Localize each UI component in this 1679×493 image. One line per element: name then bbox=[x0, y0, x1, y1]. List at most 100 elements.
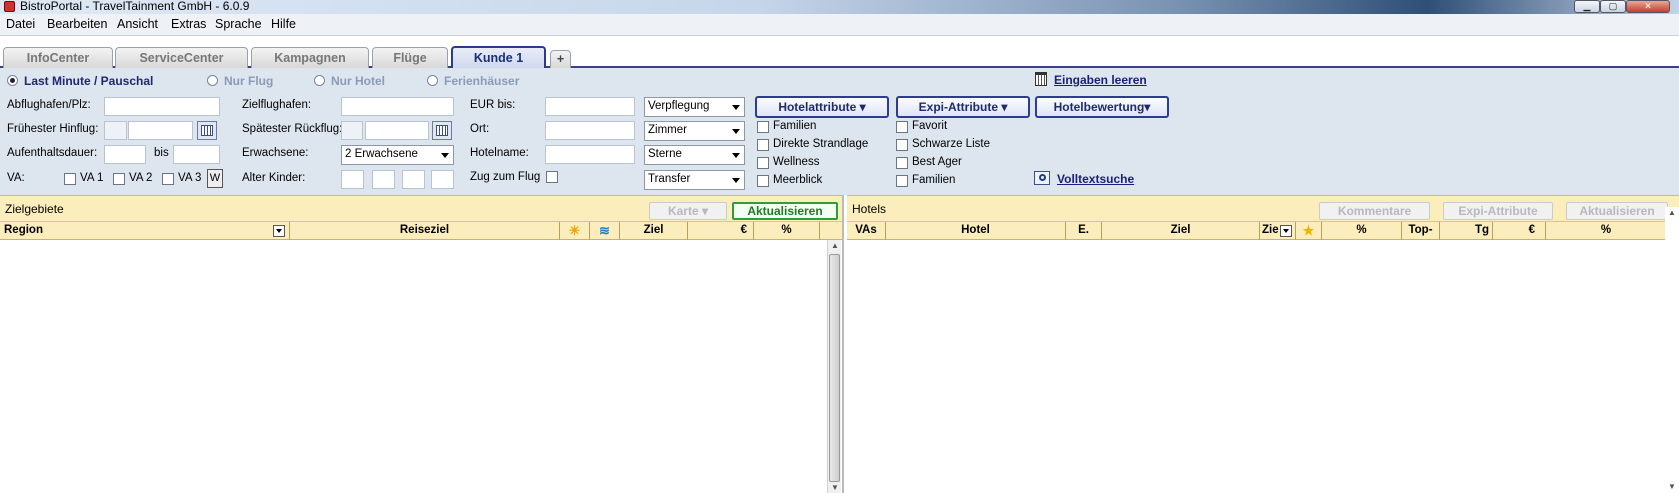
close-button[interactable]: ✕ bbox=[1626, 0, 1670, 13]
maximize-button[interactable]: ▢ bbox=[1600, 0, 1626, 13]
scroll-down-arrow[interactable]: ▼ bbox=[831, 483, 839, 492]
minimize-button[interactable]: ▁ bbox=[1574, 0, 1600, 13]
col-hotel-percent-2[interactable]: % bbox=[1546, 222, 1667, 240]
ort-input[interactable] bbox=[545, 121, 635, 140]
va1-checkbox[interactable] bbox=[64, 173, 76, 185]
transfer-select[interactable]: Transfer bbox=[644, 170, 745, 190]
col-vas[interactable]: VAs bbox=[847, 222, 886, 240]
zielflughafen-input[interactable] bbox=[341, 97, 454, 116]
col-hotel-ziel[interactable]: Ziel bbox=[1102, 222, 1260, 240]
menu-bearbeiten[interactable]: Bearbeiten bbox=[47, 17, 107, 31]
hinflug-date-input[interactable] bbox=[128, 121, 193, 140]
strandlage-checkbox[interactable] bbox=[757, 139, 769, 151]
scroll-up-arrow[interactable]: ▲ bbox=[831, 241, 839, 250]
col-hotel-euro[interactable]: € bbox=[1493, 222, 1546, 240]
hotelname-input[interactable] bbox=[545, 145, 635, 164]
zug-zum-flug-checkbox[interactable] bbox=[546, 171, 558, 183]
hotels-scroll-down-arrow[interactable]: ▼ bbox=[1668, 482, 1676, 491]
meerblick-checkbox[interactable] bbox=[757, 175, 769, 187]
radio-ferienhaeuser[interactable] bbox=[427, 75, 438, 86]
expi-attribute-button[interactable]: Expi-Attribute ▾ bbox=[896, 96, 1030, 118]
magnifier-icon[interactable] bbox=[1034, 171, 1050, 185]
new-tab-button[interactable]: + bbox=[550, 50, 571, 68]
favorit-label: Favorit bbox=[912, 120, 948, 132]
aufenthalt-from-input[interactable] bbox=[104, 145, 146, 164]
tab-kunde-1[interactable]: Kunde 1 bbox=[451, 46, 546, 68]
menu-sprache[interactable]: Sprache bbox=[215, 17, 262, 31]
col-e[interactable]: E. bbox=[1066, 222, 1102, 240]
rueckflug-date-input[interactable] bbox=[365, 121, 429, 140]
kind4-age-input[interactable] bbox=[431, 170, 454, 189]
water-icon: ≋ bbox=[599, 223, 610, 238]
va2-checkbox[interactable] bbox=[113, 173, 125, 185]
radio-nur-flug[interactable] bbox=[207, 75, 218, 86]
radio-nur-hotel[interactable] bbox=[314, 75, 325, 86]
sterne-select[interactable]: Sterne bbox=[644, 145, 745, 165]
best-ager-checkbox[interactable] bbox=[896, 157, 908, 169]
erwachsene-select[interactable]: 2 Erwachsene bbox=[341, 145, 454, 165]
tab-infocenter[interactable]: InfoCenter bbox=[3, 47, 113, 68]
zielgebiete-scrollbar[interactable]: ▲ ▼ bbox=[827, 240, 841, 493]
calendar-icon bbox=[201, 125, 213, 136]
menu-datei[interactable]: Datei bbox=[6, 17, 35, 31]
radio-last-minute[interactable] bbox=[7, 75, 18, 86]
zielgebiete-panel: Zielgebiete Karte ▾ Aktualisieren Region… bbox=[0, 195, 844, 493]
menu-ansicht[interactable]: Ansicht bbox=[117, 17, 158, 31]
expi-familien-checkbox[interactable] bbox=[896, 175, 908, 187]
region-dropdown-arrow[interactable] bbox=[273, 225, 285, 237]
col-sun[interactable]: ☀ bbox=[560, 222, 590, 240]
col-water[interactable]: ≋ bbox=[590, 222, 620, 240]
volltextsuche-link[interactable]: Volltextsuche bbox=[1057, 172, 1134, 186]
wellness-checkbox[interactable] bbox=[757, 157, 769, 169]
trash-icon[interactable] bbox=[1035, 72, 1047, 86]
aufenthalt-to-input[interactable] bbox=[173, 145, 220, 164]
expi-attribute-panel-button[interactable]: Expi-Attribute bbox=[1443, 202, 1553, 220]
zimmer-select[interactable]: Zimmer bbox=[644, 121, 745, 141]
col-tg[interactable]: Tg bbox=[1440, 222, 1493, 240]
hotelattribute-button[interactable]: Hotelattribute ▾ bbox=[755, 96, 889, 118]
col-euro[interactable]: € bbox=[688, 222, 754, 240]
col-hotel-percent[interactable]: % bbox=[1322, 222, 1402, 240]
tab-fluege[interactable]: Flüge bbox=[372, 47, 448, 68]
va3-checkbox[interactable] bbox=[162, 173, 174, 185]
zielgebiete-header: Zielgebiete Karte ▾ Aktualisieren bbox=[0, 195, 842, 222]
w-button[interactable]: W bbox=[207, 169, 223, 188]
kind3-age-input[interactable] bbox=[402, 170, 425, 189]
abflughafen-label: Abflughafen/Plz: bbox=[7, 99, 91, 111]
kommentare-button[interactable]: Kommentare bbox=[1319, 202, 1430, 220]
scroll-thumb[interactable] bbox=[829, 254, 840, 482]
favorit-checkbox[interactable] bbox=[896, 121, 908, 133]
zie-dropdown-arrow[interactable] bbox=[1280, 225, 1292, 237]
familien-checkbox[interactable] bbox=[757, 121, 769, 133]
tab-kampagnen[interactable]: Kampagnen bbox=[251, 47, 369, 68]
verpflegung-select[interactable]: Verpflegung bbox=[644, 97, 745, 117]
clear-inputs-link[interactable]: Eingaben leeren bbox=[1054, 73, 1147, 87]
col-hotel[interactable]: Hotel bbox=[886, 222, 1066, 240]
col-region[interactable]: Region bbox=[0, 222, 290, 240]
col-ziel[interactable]: Ziel bbox=[620, 222, 688, 240]
col-reiseziel[interactable]: Reiseziel bbox=[290, 222, 560, 240]
hinflug-day-input[interactable] bbox=[104, 121, 127, 140]
schwarze-liste-checkbox[interactable] bbox=[896, 139, 908, 151]
hotelbewertung-button[interactable]: Hotelbewertung▾ bbox=[1035, 96, 1169, 118]
kind2-age-input[interactable] bbox=[372, 170, 395, 189]
col-percent[interactable]: % bbox=[754, 222, 820, 240]
bis-label: bis bbox=[154, 147, 169, 159]
tab-servicecenter[interactable]: ServiceCenter bbox=[115, 47, 248, 68]
col-top[interactable]: Top- bbox=[1402, 222, 1440, 240]
menu-extras[interactable]: Extras bbox=[171, 17, 206, 31]
hinflug-calendar-button[interactable] bbox=[197, 121, 217, 140]
karte-button[interactable]: Karte ▾ bbox=[649, 202, 727, 220]
rueckflug-calendar-button[interactable] bbox=[432, 121, 452, 140]
aktualisieren-right-button[interactable]: Aktualisieren bbox=[1566, 202, 1668, 220]
menu-hilfe[interactable]: Hilfe bbox=[271, 17, 296, 31]
eur-bis-input[interactable] bbox=[545, 97, 635, 116]
strandlage-label: Direkte Strandlage bbox=[773, 138, 869, 150]
aktualisieren-left-button[interactable]: Aktualisieren bbox=[732, 202, 838, 220]
hotels-scrollbar[interactable]: ▲ ▼ bbox=[1665, 207, 1679, 493]
kind1-age-input[interactable] bbox=[341, 170, 364, 189]
hotels-scroll-up-arrow[interactable]: ▲ bbox=[1668, 208, 1676, 217]
col-star[interactable]: ★ bbox=[1296, 222, 1322, 240]
rueckflug-day-input[interactable] bbox=[341, 121, 363, 140]
abflughafen-input[interactable] bbox=[104, 97, 220, 116]
